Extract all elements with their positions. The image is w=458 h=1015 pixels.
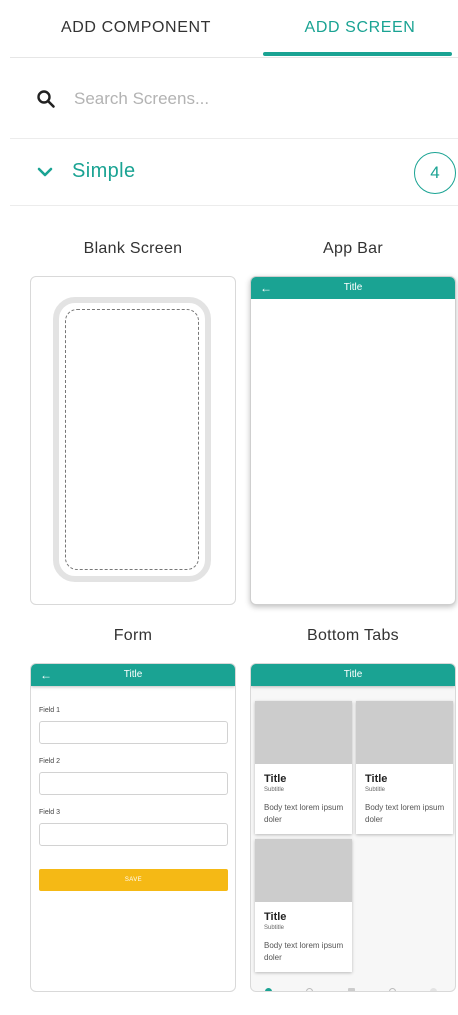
- preview-card: Title Subtitle Body text lorem ipsum dol…: [255, 701, 352, 834]
- template-thumb-bottom-tabs[interactable]: Title Title Subtitle Body text lorem ips…: [250, 663, 456, 992]
- field-input: [39, 721, 228, 744]
- save-button-preview: SAVE: [39, 869, 228, 891]
- search-input[interactable]: [74, 85, 434, 113]
- card-body: Body text lorem ipsum doler: [365, 803, 445, 824]
- tab-bar: ADD COMPONENT ADD SCREEN: [10, 0, 458, 58]
- field-label: Field 1: [39, 707, 61, 714]
- app-bar-title: Title: [343, 669, 363, 680]
- image-placeholder: [255, 701, 352, 764]
- preview-card: Title Subtitle Body text lorem ipsum dol…: [255, 839, 352, 972]
- app-bar: ← Title: [251, 277, 455, 299]
- app-bar: ← Title: [31, 664, 235, 686]
- home-icon: [265, 988, 272, 991]
- card-subtitle: Subtitle: [264, 787, 285, 793]
- back-arrow-icon: ←: [260, 281, 272, 295]
- card-title: Title: [264, 911, 287, 923]
- profile-icon: [389, 988, 396, 991]
- active-tab-indicator: [263, 52, 452, 56]
- preview-card: Title Subtitle Body text lorem ipsum dol…: [356, 701, 453, 834]
- template-label-blank-screen: Blank Screen: [83, 240, 183, 257]
- tab-add-component[interactable]: ADD COMPONENT: [10, 0, 262, 56]
- template-thumb-app-bar[interactable]: ← Title: [250, 276, 456, 605]
- field-input: [39, 823, 228, 846]
- field-label: Field 3: [39, 809, 61, 816]
- count-badge: 4: [414, 152, 456, 194]
- card-title: Title: [365, 773, 388, 785]
- card-subtitle: Subtitle: [264, 925, 285, 931]
- phone-frame: [53, 297, 211, 582]
- section-label: Simple: [72, 160, 136, 182]
- template-label-app-bar: App Bar: [323, 240, 383, 257]
- template-thumb-blank-screen[interactable]: [30, 276, 236, 605]
- app-bar-title: Title: [343, 282, 363, 293]
- section-header-simple[interactable]: Simple 4: [10, 140, 458, 206]
- search-icon: [306, 988, 313, 991]
- image-placeholder: [255, 839, 352, 902]
- card-title: Title: [264, 773, 287, 785]
- grid-icon: [348, 988, 355, 991]
- more-icon: [430, 988, 437, 991]
- search-bar: [10, 59, 458, 139]
- field-label: Field 2: [39, 758, 61, 765]
- phone-placeholder-area: [65, 309, 199, 570]
- template-label-bottom-tabs: Bottom Tabs: [307, 627, 399, 644]
- card-body: Body text lorem ipsum doler: [264, 803, 344, 824]
- back-arrow-icon: ←: [40, 668, 52, 682]
- card-body: Body text lorem ipsum doler: [264, 941, 344, 962]
- image-placeholder: [356, 701, 453, 764]
- template-label-form: Form: [113, 627, 153, 644]
- card-subtitle: Subtitle: [365, 787, 386, 793]
- template-thumb-form[interactable]: ← Title Field 1 Field 2 Field 3 SAVE: [30, 663, 236, 992]
- field-input: [39, 772, 228, 795]
- app-bar: Title: [251, 664, 455, 686]
- search-icon: [37, 90, 55, 108]
- bottom-nav-preview: [251, 986, 455, 991]
- app-bar-title: Title: [123, 669, 143, 680]
- chevron-down-icon: [37, 167, 53, 177]
- tab-add-screen[interactable]: ADD SCREEN: [262, 0, 458, 56]
